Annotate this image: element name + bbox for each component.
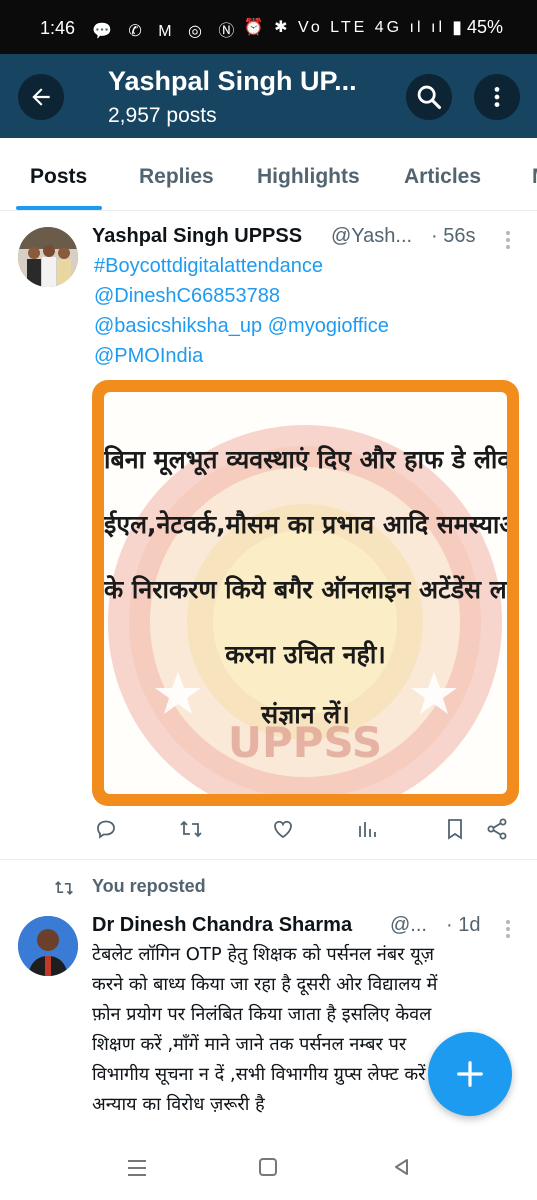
post-actions — [92, 817, 522, 851]
mention-link[interactable]: @PMOIndia — [94, 345, 203, 368]
back-nav-icon — [395, 1159, 408, 1175]
profile-header: Yashpal Singh UP... 2,957 posts — [0, 54, 537, 138]
repost-indicator: You reposted — [92, 876, 206, 896]
back-button[interactable] — [18, 74, 64, 120]
bookmark-icon — [448, 819, 462, 840]
post-count: 2,957 posts — [108, 104, 217, 127]
post-image[interactable]: UPPSS बिना मूलभूत व्यवस्थाएं दिए और हाफ … — [92, 380, 519, 806]
recent-apps-button[interactable] — [126, 1158, 148, 1182]
image-text-line: बिना मूलभूत व्यवस्थाएं दिए और हाफ डे लीव… — [104, 445, 507, 474]
plus-icon — [457, 1061, 483, 1087]
post[interactable]: Yashpal Singh UPPSS @Yash... · 56s #Boyc… — [0, 211, 537, 860]
post-time: · 56s — [431, 225, 476, 247]
search-button[interactable] — [406, 74, 452, 120]
author-handle[interactable]: @Yash... — [331, 225, 412, 248]
post-menu-icon[interactable] — [506, 231, 512, 252]
repost-button[interactable] — [178, 817, 204, 845]
avatar[interactable] — [18, 916, 78, 976]
mention-link[interactable]: @basicshiksha_up @myogioffice — [94, 315, 389, 338]
avatar-photo — [18, 227, 78, 287]
avatar-photo — [18, 916, 78, 976]
post-text-line: फ़ोन प्रयोग पर निलंबित किया जाता है इसलि… — [92, 1004, 432, 1025]
like-icon — [274, 820, 292, 839]
notification-icons: 💬 ✆ M ◎ Ⓝ • — [92, 23, 263, 40]
back-nav-button[interactable] — [392, 1157, 412, 1181]
battery-level: ▮ 45% — [452, 17, 503, 37]
tab-posts[interactable]: Posts — [30, 165, 87, 189]
tab-articles[interactable]: Articles — [404, 165, 481, 189]
like-button[interactable] — [271, 817, 295, 845]
avatar[interactable] — [18, 227, 78, 287]
author-name[interactable]: Yashpal Singh UPPSS — [92, 225, 302, 248]
reply-button[interactable] — [94, 817, 118, 845]
image-content: UPPSS बिना मूलभूत व्यवस्थाएं दिए और हाफ … — [104, 392, 507, 794]
mention-link[interactable]: @DineshC66853788 — [94, 285, 280, 308]
bookmark-button[interactable] — [444, 817, 466, 845]
home-button[interactable] — [258, 1157, 278, 1181]
battery-percent: 45% — [466, 17, 503, 37]
image-text-line: करना उचित नही। — [225, 640, 386, 669]
home-icon — [259, 1158, 277, 1176]
compose-button[interactable] — [428, 1032, 512, 1116]
active-tab-indicator — [16, 206, 102, 210]
status-bar: 1:46 💬 ✆ M ◎ Ⓝ • ⏰ ✱ Vo LTE 4G ıl ıl ▮ 4… — [0, 0, 537, 54]
profile-tabs: Posts Replies Highlights Articles M — [0, 138, 537, 211]
image-text-line: ईएल,नेटवर्क,मौसम का प्रभाव आदि समस्याओं — [104, 510, 507, 539]
views-icon — [359, 822, 376, 837]
repost-icon — [180, 820, 202, 838]
repost-indicator-icon — [52, 878, 76, 902]
hashtag-link[interactable]: #Boycottdigitalattendance — [94, 255, 323, 278]
more-options-button[interactable] — [474, 74, 520, 120]
tab-media[interactable]: M — [532, 165, 537, 189]
profile-title: Yashpal Singh UP... — [108, 66, 357, 96]
more-vertical-icon — [494, 87, 500, 107]
author-handle[interactable]: @... — [390, 914, 427, 937]
tab-highlights[interactable]: Highlights — [257, 165, 360, 189]
share-button[interactable] — [485, 817, 509, 845]
tab-replies[interactable]: Replies — [139, 165, 214, 189]
share-icon — [487, 818, 507, 840]
views-button[interactable] — [356, 817, 380, 845]
back-arrow-icon — [32, 88, 50, 106]
system-nav-bar — [0, 1138, 537, 1200]
post-menu-icon[interactable] — [506, 920, 512, 941]
post-time: · 1d — [446, 914, 481, 936]
author-name[interactable]: Dr Dinesh Chandra Sharma — [92, 914, 352, 937]
status-time: 1:46 — [40, 18, 76, 38]
post-text-line: करने को बाध्य किया जा रहा है दूसरी ओर वि… — [92, 974, 438, 995]
image-text-line: संज्ञान लें। — [261, 700, 350, 729]
recent-apps-icon — [128, 1160, 146, 1176]
post-text-line: टेबलेट लॉगिन OTP हेतु शिक्षक को पर्सनल न… — [92, 944, 435, 965]
reply-icon — [97, 820, 115, 839]
search-icon — [417, 85, 442, 110]
image-text-line: के निराकरण किये बगैर ऑनलाइन अटेंडेंस लाग… — [104, 575, 507, 604]
signal-icons: ⏰ ✱ Vo LTE 4G ıl ıl — [243, 19, 445, 36]
